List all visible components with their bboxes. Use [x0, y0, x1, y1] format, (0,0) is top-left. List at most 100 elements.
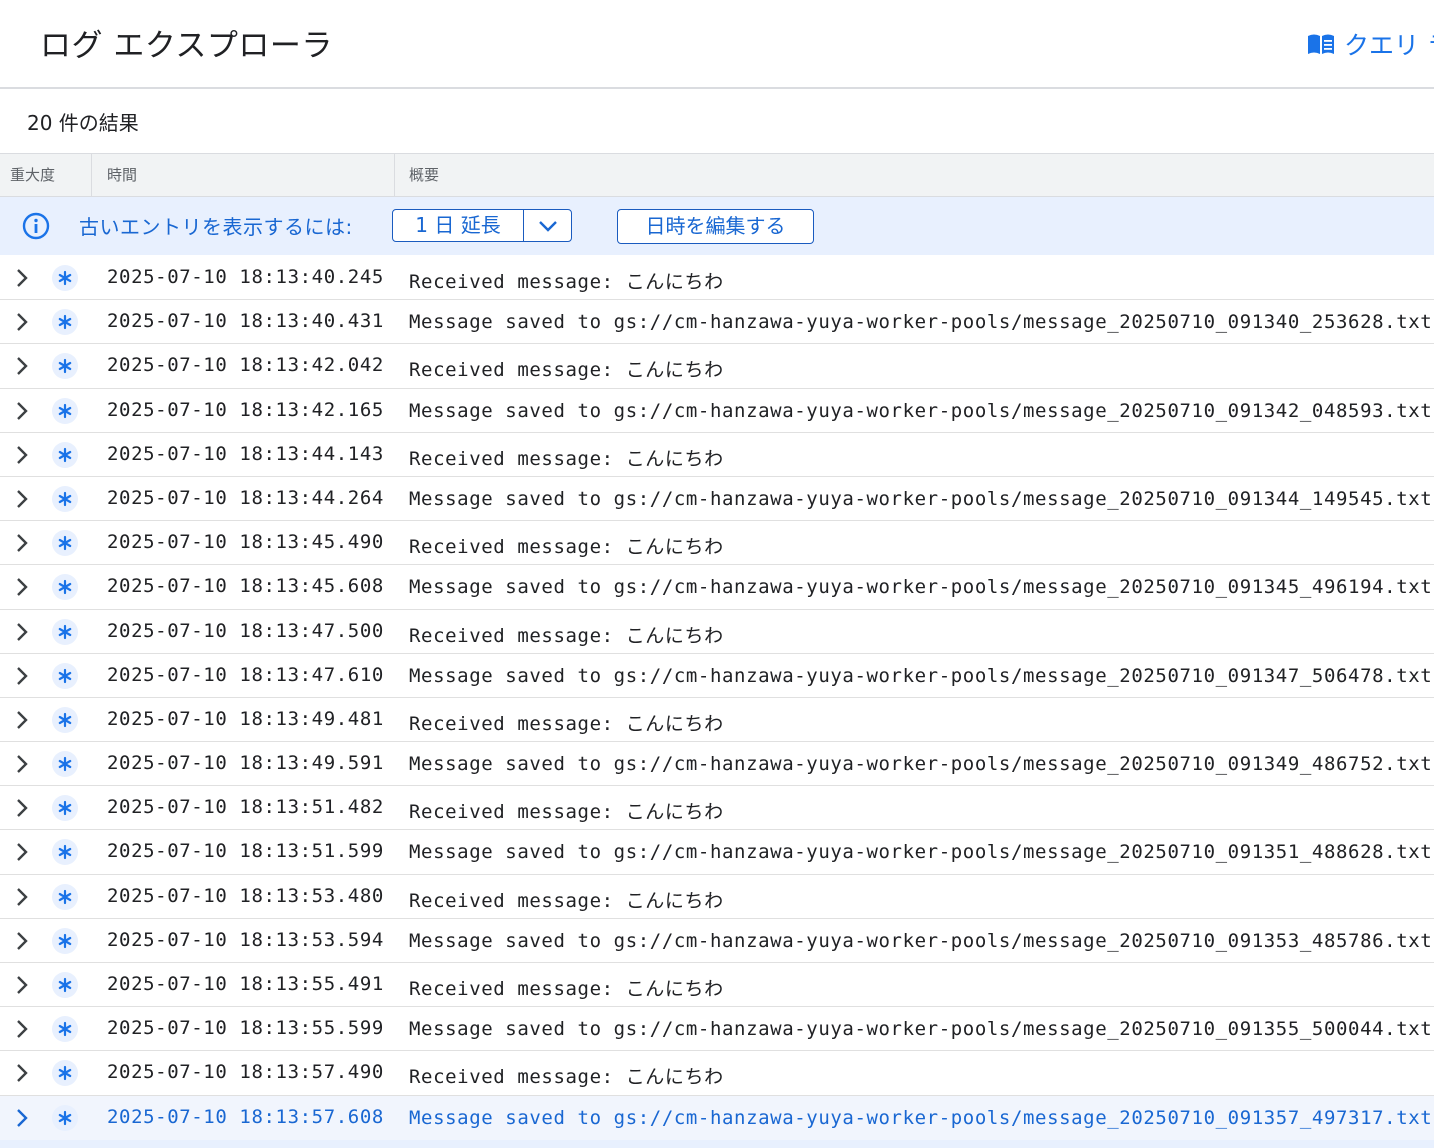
severity-default-icon	[52, 1016, 78, 1043]
severity-default-icon	[52, 706, 78, 733]
column-time[interactable]: 時間	[92, 154, 395, 196]
log-summary: Message saved to gs://cm-hanzawa-yuya-wo…	[409, 1106, 1433, 1129]
severity-default-icon	[52, 927, 78, 954]
extend-dropdown-button[interactable]	[524, 210, 571, 241]
severity-default-icon	[52, 485, 78, 512]
log-entry-row[interactable]: 2025-07-10 18:13:49.591 Message saved to …	[0, 742, 1434, 787]
log-timestamp: 2025-07-10 18:13:40.431	[107, 310, 384, 333]
log-entry-row[interactable]: 2025-07-10 18:13:40.431 Message saved to …	[0, 300, 1434, 345]
log-entry-row[interactable]: 2025-07-10 18:13:51.482 Received message:…	[0, 786, 1434, 831]
column-severity[interactable]: 重大度	[0, 154, 92, 196]
query-library-link[interactable]: クエリ ラ	[1306, 26, 1434, 62]
severity-default-icon	[52, 883, 78, 910]
log-entries-list: 2025-07-10 18:13:40.245 Received message:…	[0, 256, 1434, 1140]
log-summary: Received message: こんにちわ	[409, 889, 724, 912]
log-summary: Message saved to gs://cm-hanzawa-yuya-wo…	[409, 1018, 1433, 1041]
chevron-right-icon[interactable]	[14, 356, 30, 376]
chevron-right-icon[interactable]	[14, 533, 30, 553]
log-entry-row[interactable]: 2025-07-10 18:13:40.245 Received message:…	[0, 256, 1434, 301]
chevron-right-icon[interactable]	[14, 1108, 30, 1128]
log-summary: Received message: こんにちわ	[409, 359, 724, 382]
log-entry-row[interactable]: 2025-07-10 18:13:42.165 Message saved to …	[0, 389, 1434, 433]
log-timestamp: 2025-07-10 18:13:42.165	[107, 398, 384, 421]
log-entry-row[interactable]: 2025-07-10 18:13:51.599 Message saved to …	[0, 830, 1434, 875]
chevron-right-icon[interactable]	[14, 798, 30, 818]
chevron-right-icon[interactable]	[14, 666, 30, 686]
column-summary[interactable]: 概要	[395, 154, 1434, 196]
info-icon	[22, 212, 50, 240]
chevron-right-icon[interactable]	[14, 622, 30, 642]
log-summary: Received message: こんにちわ	[409, 712, 724, 735]
log-timestamp: 2025-07-10 18:13:47.610	[107, 663, 384, 686]
query-link-label: クエリ ラ	[1344, 31, 1434, 60]
log-entry-row[interactable]: 2025-07-10 18:13:42.042 Received message:…	[0, 344, 1434, 389]
log-summary: Received message: こんにちわ	[409, 1066, 724, 1089]
edit-datetime-button[interactable]: 日時を編集する	[617, 209, 814, 244]
log-entry-row[interactable]: 2025-07-10 18:13:45.608 Message saved to …	[0, 565, 1434, 610]
page-title: ログ エクスプローラ	[40, 28, 333, 64]
chevron-right-icon[interactable]	[14, 975, 30, 995]
extend-split-button: 1 日 延長	[392, 209, 572, 242]
log-timestamp: 2025-07-10 18:13:45.490	[107, 531, 384, 554]
log-timestamp: 2025-07-10 18:13:53.594	[107, 928, 384, 951]
severity-default-icon	[52, 839, 78, 866]
log-timestamp: 2025-07-10 18:13:44.143	[107, 442, 384, 465]
chevron-right-icon[interactable]	[14, 312, 30, 332]
log-entry-row[interactable]: 2025-07-10 18:13:44.143 Received message:…	[0, 433, 1434, 477]
log-timestamp: 2025-07-10 18:13:53.480	[107, 884, 384, 907]
log-summary: Received message: こんにちわ	[409, 624, 724, 647]
severity-default-icon	[52, 441, 78, 468]
log-entry-row[interactable]: 2025-07-10 18:13:57.608 Message saved to …	[0, 1095, 1434, 1140]
chevron-right-icon[interactable]	[14, 577, 30, 597]
severity-default-icon	[52, 1060, 78, 1087]
log-timestamp: 2025-07-10 18:13:42.042	[107, 354, 384, 377]
severity-default-icon	[52, 618, 78, 645]
log-summary: Message saved to gs://cm-hanzawa-yuya-wo…	[409, 399, 1433, 422]
log-summary: Received message: こんにちわ	[409, 271, 724, 293]
chevron-right-icon[interactable]	[14, 754, 30, 774]
chevron-right-icon[interactable]	[14, 268, 30, 288]
log-entry-row[interactable]: 2025-07-10 18:13:53.480 Received message:…	[0, 875, 1434, 919]
severity-default-icon	[52, 530, 78, 557]
chevron-right-icon[interactable]	[14, 489, 30, 509]
chevron-right-icon[interactable]	[14, 842, 30, 862]
log-timestamp: 2025-07-10 18:13:49.591	[107, 752, 384, 775]
extend-one-day-button[interactable]: 1 日 延長	[393, 210, 524, 241]
log-summary: Message saved to gs://cm-hanzawa-yuya-wo…	[409, 311, 1433, 334]
log-entry-row[interactable]: 2025-07-10 18:13:53.594 Message saved to …	[0, 919, 1434, 963]
log-entry-row[interactable]: 2025-07-10 18:13:45.490 Received message:…	[0, 521, 1434, 566]
log-timestamp: 2025-07-10 18:13:57.608	[107, 1105, 384, 1128]
log-summary: Message saved to gs://cm-hanzawa-yuya-wo…	[409, 576, 1433, 599]
log-summary: Received message: こんにちわ	[409, 801, 724, 824]
chevron-right-icon[interactable]	[14, 1019, 30, 1039]
chevron-right-icon[interactable]	[14, 931, 30, 951]
log-summary: Message saved to gs://cm-hanzawa-yuya-wo…	[409, 841, 1433, 864]
chevron-right-icon[interactable]	[14, 445, 30, 465]
log-timestamp: 2025-07-10 18:13:47.500	[107, 619, 384, 642]
severity-default-icon	[52, 309, 78, 336]
log-summary: Received message: こんにちわ	[409, 536, 724, 559]
log-timestamp: 2025-07-10 18:13:55.599	[107, 1017, 384, 1040]
log-entry-row[interactable]: 2025-07-10 18:13:57.490 Received message:…	[0, 1051, 1434, 1096]
log-entry-row[interactable]: 2025-07-10 18:13:47.610 Message saved to …	[0, 654, 1434, 698]
severity-default-icon	[52, 795, 78, 822]
log-timestamp: 2025-07-10 18:13:57.490	[107, 1061, 384, 1084]
log-summary: Received message: こんにちわ	[409, 978, 724, 1000]
severity-default-icon	[52, 574, 78, 601]
column-header: 重大度 時間 概要	[0, 153, 1434, 197]
chevron-right-icon[interactable]	[14, 1063, 30, 1083]
log-timestamp: 2025-07-10 18:13:55.491	[107, 973, 384, 995]
chevron-right-icon[interactable]	[14, 401, 30, 421]
log-timestamp: 2025-07-10 18:13:44.264	[107, 486, 384, 509]
log-entry-row[interactable]: 2025-07-10 18:13:44.264 Message saved to …	[0, 477, 1434, 522]
log-entry-row[interactable]: 2025-07-10 18:13:49.481 Received message:…	[0, 698, 1434, 743]
log-summary: Message saved to gs://cm-hanzawa-yuya-wo…	[409, 664, 1433, 687]
older-entries-banner: 古いエントリを表示するには: 1 日 延長 日時を編集する	[0, 197, 1434, 255]
chevron-right-icon[interactable]	[14, 710, 30, 730]
log-entry-row[interactable]: 2025-07-10 18:13:55.491 Received message:…	[0, 963, 1434, 1008]
results-count: 20 件の結果	[27, 111, 139, 135]
log-entry-row[interactable]: 2025-07-10 18:13:47.500 Received message:…	[0, 610, 1434, 654]
log-entry-row[interactable]: 2025-07-10 18:13:55.599 Message saved to …	[0, 1007, 1434, 1052]
chevron-right-icon[interactable]	[14, 887, 30, 907]
page-header: ログ エクスプローラ クエリ ラ	[0, 0, 1434, 89]
